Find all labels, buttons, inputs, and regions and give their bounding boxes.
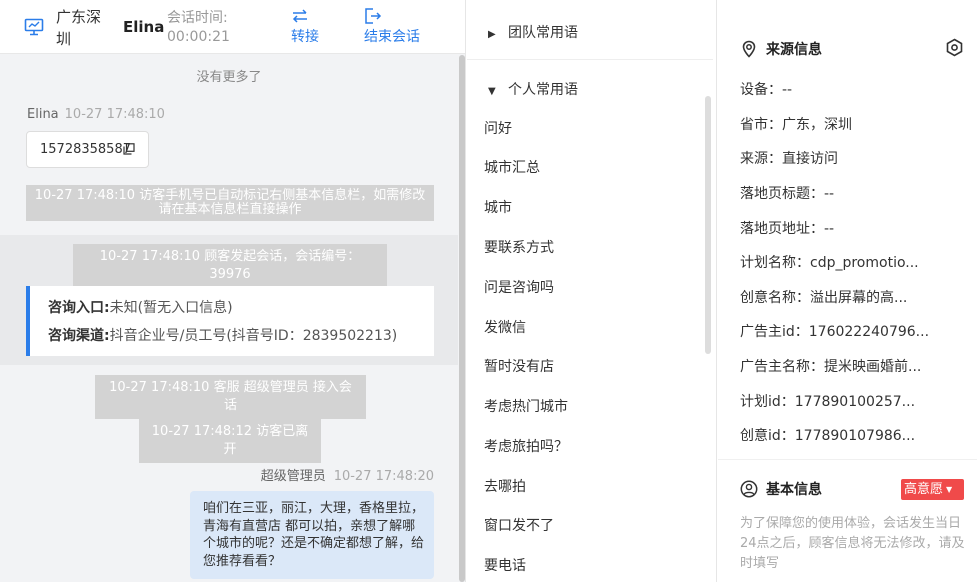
system-message-agent-join: 10-27 17:48:10 客服 超级管理员 接入会话	[95, 375, 366, 419]
visitor-name: Elina	[123, 18, 165, 36]
visitor-message-time: 10-27 17:48:10	[64, 107, 165, 122]
personal-phrases-label: 个人常用语	[508, 82, 578, 98]
consult-info-card: 咨询入口:未知(暂无入口信息) 咨询渠道:抖音企业号/员工号(抖音号ID：283…	[26, 286, 434, 356]
transfer-icon	[292, 9, 307, 23]
exit-icon	[365, 8, 382, 24]
settings-icon[interactable]	[945, 38, 964, 57]
phrases-scrollbar[interactable]	[705, 96, 711, 354]
chat-panel: 广东深圳 Elina 会话时间: 00:00:21 转接 结束会话 没有更多了	[0, 0, 466, 582]
user-circle-icon	[740, 480, 758, 498]
personal-phrases-group[interactable]: ▼ 个人常用语	[488, 79, 578, 99]
field-device: 设备：--	[740, 82, 793, 98]
phrase-item[interactable]: 城市汇总	[484, 157, 540, 177]
field-province-city: 省市：广东，深圳	[740, 117, 852, 133]
phrase-item[interactable]: 暂时没有店	[484, 356, 554, 376]
intent-tag-dropdown[interactable]: 高意愿 ▼	[901, 479, 964, 500]
transfer-button[interactable]: 转接	[291, 6, 319, 46]
field-landing-title: 落地页标题：--	[740, 186, 835, 202]
team-phrases-label: 团队常用语	[508, 25, 578, 41]
visitor-phone: 15728358587	[40, 142, 131, 157]
phrase-item[interactable]: 考虑热门城市	[484, 396, 568, 416]
caret-down-icon: ▼	[488, 86, 496, 97]
divider	[718, 459, 977, 460]
system-message-phone-marked: 10-27 17:48:10 访客手机号已自动标记右侧基本信息栏，如需修改请在基…	[26, 185, 434, 221]
phrase-item[interactable]: 窗口发不了	[484, 515, 554, 535]
visitor-location: 广东深圳	[56, 8, 102, 48]
phrase-item[interactable]: 考虑旅拍吗？	[484, 436, 568, 456]
phrase-item[interactable]: 要联系方式	[484, 237, 554, 257]
agent-sender: 超级管理员	[260, 469, 326, 484]
consult-entry-row: 咨询入口:未知(暂无入口信息)	[48, 294, 434, 322]
visitor-info-panel: 来源信息 设备：-- 省市：广东，深圳 来源：直接访问 落地页标题：-- 落地页…	[718, 0, 977, 582]
visitor-message-meta: Elina 10-27 17:48:10	[27, 107, 165, 122]
app-root: 广东深圳 Elina 会话时间: 00:00:21 转接 结束会话 没有更多了	[0, 0, 977, 582]
source-info-title: 来源信息	[740, 39, 822, 59]
copy-icon[interactable]	[123, 143, 135, 155]
end-session-label: 结束会话	[364, 29, 420, 45]
chat-history: 没有更多了 Elina 10-27 17:48:10 15728358587 10…	[0, 55, 458, 582]
agent-message: 咱们在三亚，丽江，大理，香格里拉，青海有直营店 都可以拍，亲想了解哪个城市的呢？…	[190, 491, 434, 579]
field-creative-id: 创意id：177890107986...	[740, 428, 916, 444]
phrase-item[interactable]: 要电话	[484, 555, 526, 575]
phrase-item[interactable]: 发微信	[484, 317, 526, 337]
phrase-item[interactable]: 问是咨询吗	[484, 277, 554, 297]
end-session-button[interactable]: 结束会话	[364, 6, 420, 46]
chat-scrollbar[interactable]	[458, 55, 465, 582]
consult-channel-value: 抖音企业号/员工号(抖音号ID：2839502213)	[109, 328, 398, 344]
transfer-label: 转接	[291, 29, 319, 45]
field-advertiser-id: 广告主id：176022240796...	[740, 324, 930, 340]
field-plan-id: 计划id：177890100257...	[740, 394, 916, 410]
session-time-value: 00:00:21	[167, 29, 230, 45]
location-pin-icon	[742, 40, 756, 58]
quick-phrases-panel: ▶ 团队常用语 ▼ 个人常用语 问好 城市汇总 城市 要联系方式 问是咨询吗 发微信…	[467, 0, 717, 582]
consult-entry-label: 咨询入口:	[48, 300, 110, 316]
phrase-item[interactable]: 城市	[484, 197, 512, 217]
field-plan-name: 计划名称：cdp_promotio...	[740, 255, 919, 271]
chat-header: 广东深圳 Elina 会话时间: 00:00:21 转接 结束会话	[0, 0, 465, 54]
chat-scroll-thumb[interactable]	[459, 55, 465, 582]
no-more-text: 没有更多了	[196, 70, 262, 85]
phrase-item[interactable]: 问好	[484, 118, 512, 138]
intent-tag-label: 高意愿	[904, 482, 944, 497]
source-info-label: 来源信息	[766, 42, 822, 58]
session-time-label: 会话时间:	[167, 10, 228, 26]
visitor-phone-message: 15728358587	[26, 131, 149, 168]
caret-right-icon: ▶	[488, 29, 496, 40]
field-creative-name: 创意名称：溢出屏幕的高...	[740, 290, 908, 306]
field-landing-url: 落地页地址：--	[740, 221, 835, 237]
consult-channel-label: 咨询渠道:	[48, 328, 110, 344]
monitor-icon	[24, 18, 44, 36]
basic-info-label: 基本信息	[766, 482, 822, 498]
consult-channel-row: 咨询渠道:抖音企业号/员工号(抖音号ID：2839502213)	[48, 322, 434, 350]
visitor-sender: Elina	[27, 107, 59, 122]
field-advertiser-name: 广告主名称：提米映画婚前...	[740, 359, 922, 375]
divider	[467, 59, 713, 60]
team-phrases-group[interactable]: ▶ 团队常用语	[488, 22, 578, 42]
basic-info-title: 基本信息	[740, 479, 822, 499]
edit-deadline-note: 为了保障您的使用体验，会话发生当日24点之后，顾客信息将无法修改，请及时填写	[740, 516, 965, 571]
caret-down-icon: ▼	[946, 485, 953, 494]
phrase-item[interactable]: 去哪拍	[484, 476, 526, 496]
agent-message-time: 10-27 17:48:20	[333, 469, 434, 484]
field-source: 来源：直接访问	[740, 151, 838, 167]
agent-message-meta: 超级管理员 10-27 17:48:20	[261, 465, 434, 484]
system-message-visitor-left: 10-27 17:48:12 访客已离开	[139, 419, 321, 463]
system-message-session-start: 10-27 17:48:10 顾客发起会话，会话编号：39976	[73, 244, 387, 288]
consult-entry-value: 未知(暂无入口信息)	[109, 300, 233, 316]
